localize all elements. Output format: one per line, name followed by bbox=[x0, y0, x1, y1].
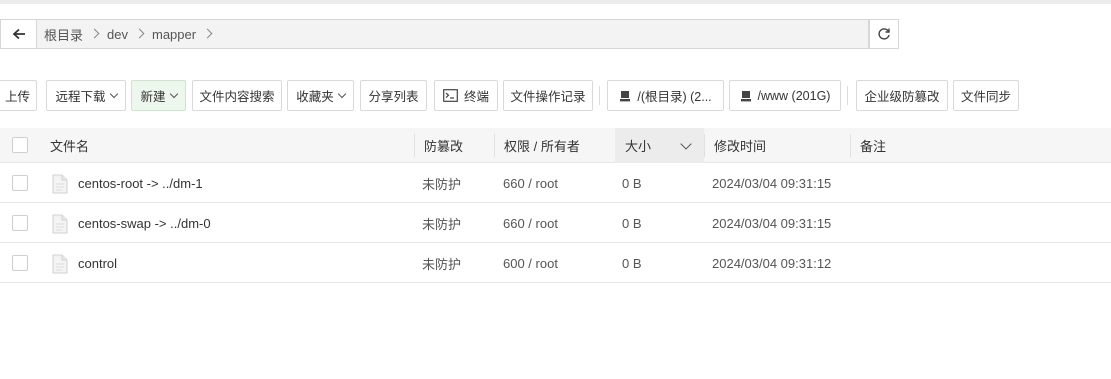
operation-log-button[interactable]: 文件操作记录 bbox=[503, 80, 593, 111]
disk-root-button[interactable]: /(根目录) (2... bbox=[607, 80, 724, 111]
file-perm[interactable]: 660 / root bbox=[503, 163, 558, 203]
table-row[interactable]: control 未防护 600 / root 0 B 2024/03/04 09… bbox=[0, 243, 1111, 283]
top-strip bbox=[0, 0, 1111, 4]
new-button[interactable]: 新建 bbox=[131, 80, 186, 111]
favorites-button[interactable]: 收藏夹 bbox=[287, 80, 354, 111]
file-mtime: 2024/03/04 09:31:15 bbox=[712, 175, 832, 191]
breadcrumb-mapper[interactable]: mapper bbox=[151, 27, 197, 42]
tamper-proof-button[interactable]: 企业级防篡改 bbox=[856, 80, 948, 111]
share-list-button[interactable]: 分享列表 bbox=[360, 80, 427, 111]
disk-root-label: /(根目录) (2... bbox=[637, 90, 712, 104]
disk-www-button[interactable]: /www (201G) bbox=[729, 80, 841, 111]
row-checkbox[interactable] bbox=[12, 255, 28, 271]
column-header-size[interactable]: 大小 bbox=[615, 128, 704, 163]
favorites-label: 收藏夹 bbox=[296, 90, 334, 104]
file-protect[interactable]: 未防护 bbox=[422, 163, 461, 203]
remote-download-label: 远程下载 bbox=[55, 90, 106, 104]
column-divider bbox=[494, 134, 495, 157]
content-search-button[interactable]: 文件内容搜索 bbox=[192, 80, 282, 111]
column-header-perm[interactable]: 权限 / 所有者 bbox=[504, 128, 580, 163]
file-mtime: 2024/03/04 09:31:12 bbox=[712, 255, 832, 271]
table-header: 文件名 防篡改 权限 / 所有者 大小 修改时间 备注 bbox=[0, 128, 1111, 163]
breadcrumb-dev[interactable]: dev bbox=[106, 27, 129, 42]
breadcrumb-root[interactable]: 根目录 bbox=[43, 25, 84, 44]
terminal-icon bbox=[443, 89, 458, 102]
file-sync-button[interactable]: 文件同步 bbox=[953, 80, 1019, 111]
toolbar: 上传 远程下载 新建 文件内容搜索 收藏夹 分享列表 终端 文件操作记录 /(根… bbox=[0, 80, 1111, 111]
disk-www-label: /www (201G) bbox=[757, 88, 831, 103]
chevron-down-icon bbox=[337, 89, 346, 98]
file-icon bbox=[52, 254, 68, 274]
chevron-down-icon bbox=[680, 138, 692, 150]
file-icon bbox=[52, 214, 68, 234]
file-icon bbox=[52, 174, 68, 194]
file-name[interactable]: centos-root -> ../dm-1 bbox=[78, 163, 203, 203]
row-checkbox[interactable] bbox=[12, 175, 28, 191]
column-header-name[interactable]: 文件名 bbox=[50, 128, 89, 163]
chevron-right-icon bbox=[129, 19, 151, 49]
file-mtime: 2024/03/04 09:31:15 bbox=[712, 215, 832, 231]
remote-download-button[interactable]: 远程下载 bbox=[46, 80, 126, 111]
chevron-right-icon bbox=[84, 19, 106, 49]
column-divider bbox=[704, 134, 705, 157]
toolbar-divider bbox=[847, 86, 848, 105]
disk-icon bbox=[620, 90, 631, 101]
new-label: 新建 bbox=[140, 90, 166, 104]
chevron-down-icon bbox=[169, 89, 178, 98]
file-size: 0 B bbox=[622, 255, 642, 271]
file-name[interactable]: centos-swap -> ../dm-0 bbox=[78, 203, 211, 243]
column-header-note[interactable]: 备注 bbox=[860, 128, 886, 163]
column-header-size-label: 大小 bbox=[625, 139, 652, 154]
breadcrumb: 根目录 dev mapper bbox=[36, 19, 869, 49]
chevron-right-icon[interactable] bbox=[197, 19, 219, 49]
column-header-protect[interactable]: 防篡改 bbox=[424, 128, 463, 163]
file-name[interactable]: control bbox=[78, 243, 117, 283]
disk-icon bbox=[740, 90, 751, 101]
path-bar: 根目录 dev mapper bbox=[0, 19, 899, 49]
select-all-checkbox[interactable] bbox=[12, 137, 28, 153]
row-checkbox[interactable] bbox=[12, 215, 28, 231]
file-protect[interactable]: 未防护 bbox=[422, 243, 461, 283]
arrow-left-icon bbox=[12, 28, 25, 40]
chevron-down-icon bbox=[109, 89, 118, 98]
back-button[interactable] bbox=[0, 19, 36, 49]
column-divider bbox=[850, 134, 851, 157]
upload-button[interactable]: 上传 bbox=[0, 80, 37, 111]
refresh-icon bbox=[878, 28, 890, 40]
column-divider bbox=[414, 134, 415, 157]
terminal-button[interactable]: 终端 bbox=[434, 80, 498, 111]
table-row[interactable]: centos-swap -> ../dm-0 未防护 660 / root 0 … bbox=[0, 203, 1111, 243]
file-size: 0 B bbox=[622, 175, 642, 191]
file-protect[interactable]: 未防护 bbox=[422, 203, 461, 243]
terminal-label: 终端 bbox=[463, 90, 489, 104]
file-perm[interactable]: 600 / root bbox=[503, 243, 558, 283]
toolbar-divider bbox=[599, 86, 600, 105]
file-size: 0 B bbox=[622, 215, 642, 231]
column-header-mtime[interactable]: 修改时间 bbox=[714, 128, 766, 163]
refresh-button[interactable] bbox=[869, 19, 899, 49]
table-row[interactable]: centos-root -> ../dm-1 未防护 660 / root 0 … bbox=[0, 163, 1111, 203]
file-perm[interactable]: 660 / root bbox=[503, 203, 558, 243]
